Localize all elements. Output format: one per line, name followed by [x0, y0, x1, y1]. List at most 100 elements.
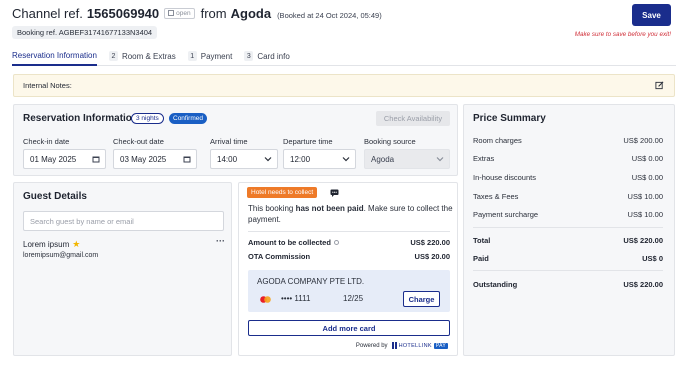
- logo-text: HOTELLINK: [398, 342, 432, 349]
- booking-source-title: Agoda: [230, 6, 272, 21]
- booking-source-label: Booking source: [364, 137, 416, 146]
- tab-count: 1: [187, 51, 197, 61]
- booking-source-select[interactable]: Agoda: [364, 149, 450, 169]
- paid-label: Paid: [473, 254, 489, 263]
- commission-row: OTA Commission US$ 20.00: [248, 252, 450, 261]
- outstanding-row: Outstanding US$ 220.00: [473, 280, 663, 289]
- departure-label: Departure time: [283, 137, 333, 146]
- price-summary-panel: Price Summary Room charges US$ 200.00 Ex…: [463, 104, 675, 356]
- from-label: from: [200, 6, 227, 21]
- mastercard-icon: [260, 296, 271, 303]
- payment-message-pre: This booking: [248, 204, 296, 213]
- amount-label: Amount to be collected: [248, 238, 339, 247]
- tab-card-info[interactable]: 3 Card info: [244, 46, 290, 66]
- chevron-down-icon: [342, 157, 350, 162]
- card-box: AGODA COMPANY PTE LTD. •••• 1111 12/25 C…: [248, 270, 450, 312]
- amount-label-text: Amount to be collected: [248, 238, 331, 247]
- tab-payment[interactable]: 1 Payment: [187, 46, 233, 66]
- tab-label: Payment: [200, 51, 233, 61]
- price-row: Payment surcharge US$ 10.00: [473, 210, 663, 219]
- chevron-down-icon: [264, 157, 272, 162]
- logo-pay: PAY: [433, 342, 448, 349]
- open-channel-link[interactable]: open: [164, 7, 195, 19]
- chat-icon[interactable]: [330, 189, 339, 197]
- add-more-card-button[interactable]: Add more card: [248, 320, 450, 336]
- channel-label: Channel ref.: [12, 6, 83, 21]
- powered-by-label: Powered by: [355, 342, 388, 349]
- internal-notes-bar: Internal Notes:: [13, 74, 675, 97]
- price-value: US$ 10.00: [627, 192, 663, 201]
- star-icon: ★: [72, 239, 81, 249]
- tab-count: 3: [244, 51, 254, 61]
- guest-email: loremipsum@gmail.com: [23, 252, 99, 259]
- card-expiry: 12/25: [343, 294, 364, 303]
- edit-icon[interactable]: [655, 81, 664, 90]
- booking-source-value: Agoda: [371, 154, 395, 164]
- price-value: US$ 200.00: [623, 136, 663, 145]
- save-hint: Make sure to save before you exit!: [574, 31, 671, 38]
- powered-by: Powered by HOTELLINK PAY: [356, 342, 448, 349]
- price-row: Extras US$ 0.00: [473, 154, 663, 163]
- tab-bar: Reservation Information 2 Room & Extras …: [12, 46, 676, 66]
- hotellink-pay-logo: HOTELLINK PAY: [391, 342, 448, 349]
- tab-reservation-information[interactable]: Reservation Information: [12, 46, 97, 66]
- open-label: open: [176, 9, 191, 17]
- chevron-down-icon: [436, 157, 444, 162]
- guest-search-input[interactable]: Search guest by name or email: [23, 211, 224, 231]
- divider: [473, 227, 663, 228]
- total-row: Total US$ 220.00: [473, 236, 663, 245]
- outstanding-value: US$ 220.00: [623, 280, 663, 289]
- departure-time-select[interactable]: 12:00: [283, 149, 356, 169]
- price-value: US$ 10.00: [627, 210, 663, 219]
- amount-value: US$ 220.00: [410, 238, 450, 247]
- outstanding-label: Outstanding: [473, 280, 518, 289]
- guest-details-title: Guest Details: [23, 191, 87, 202]
- internal-notes-label: Internal Notes:: [23, 81, 72, 90]
- payment-message: This booking has not been paid. Make sur…: [248, 203, 453, 225]
- checkin-value: 01 May 2025: [30, 154, 77, 164]
- card-number: •••• 1111: [281, 294, 311, 303]
- price-label: Room charges: [473, 136, 522, 145]
- tab-room-extras[interactable]: 2 Room & Extras: [108, 46, 176, 66]
- payment-panel: Hotel needs to collect This booking has …: [238, 182, 458, 356]
- checkin-date-field[interactable]: 01 May 2025: [23, 149, 106, 169]
- price-value: US$ 0.00: [631, 154, 663, 163]
- guest-name-row: Lorem ipsum ★: [23, 239, 80, 250]
- payment-message-emphasis: has not been paid: [295, 204, 364, 213]
- guest-details-panel: Guest Details Search guest by name or em…: [13, 182, 232, 356]
- card-company: AGODA COMPANY PTE LTD.: [257, 277, 365, 286]
- amount-row: Amount to be collected US$ 220.00: [248, 238, 450, 247]
- info-icon[interactable]: [333, 240, 339, 245]
- price-label: Taxes & Fees: [473, 192, 519, 201]
- booked-at: (Booked at 24 Oct 2024, 05:49): [277, 11, 382, 20]
- arrival-time-select[interactable]: 14:00: [210, 149, 278, 169]
- arrival-value: 14:00: [217, 154, 238, 164]
- checkout-value: 03 May 2025: [120, 154, 167, 164]
- checkin-label: Check-in date: [23, 137, 70, 146]
- hotellink-logo-mark: [391, 342, 397, 349]
- tab-count: 2: [108, 51, 118, 61]
- arrival-label: Arrival time: [210, 137, 248, 146]
- total-value: US$ 220.00: [623, 236, 663, 245]
- price-summary-title: Price Summary: [473, 113, 546, 124]
- checkout-label: Check-out date: [113, 137, 164, 146]
- calendar-icon: [183, 156, 191, 163]
- check-availability-button[interactable]: Check Availability: [376, 111, 450, 126]
- commission-value: US$ 20.00: [414, 252, 450, 261]
- charge-button[interactable]: Charge: [403, 291, 440, 307]
- collect-status-badge: Hotel needs to collect: [247, 187, 318, 198]
- channel-number: 1565069940: [86, 6, 160, 21]
- nights-badge: 3 nights: [131, 113, 164, 124]
- departure-value: 12:00: [290, 154, 311, 164]
- reservation-info-panel: Reservation Information 3 nights Confirm…: [13, 104, 458, 176]
- divider: [248, 231, 450, 232]
- price-row: Room charges US$ 200.00: [473, 136, 663, 145]
- tab-label: Reservation Information: [12, 50, 97, 60]
- booking-ref-badge: Booking ref. AGBEF31741677133N3404: [12, 26, 158, 39]
- checkout-date-field[interactable]: 03 May 2025: [113, 149, 197, 169]
- save-button[interactable]: Save: [632, 4, 671, 26]
- price-label: Extras: [473, 154, 495, 163]
- more-options-icon[interactable]: ···: [216, 236, 225, 246]
- paid-value: US$ 0: [642, 254, 663, 263]
- reservation-info-title: Reservation Information: [23, 113, 139, 124]
